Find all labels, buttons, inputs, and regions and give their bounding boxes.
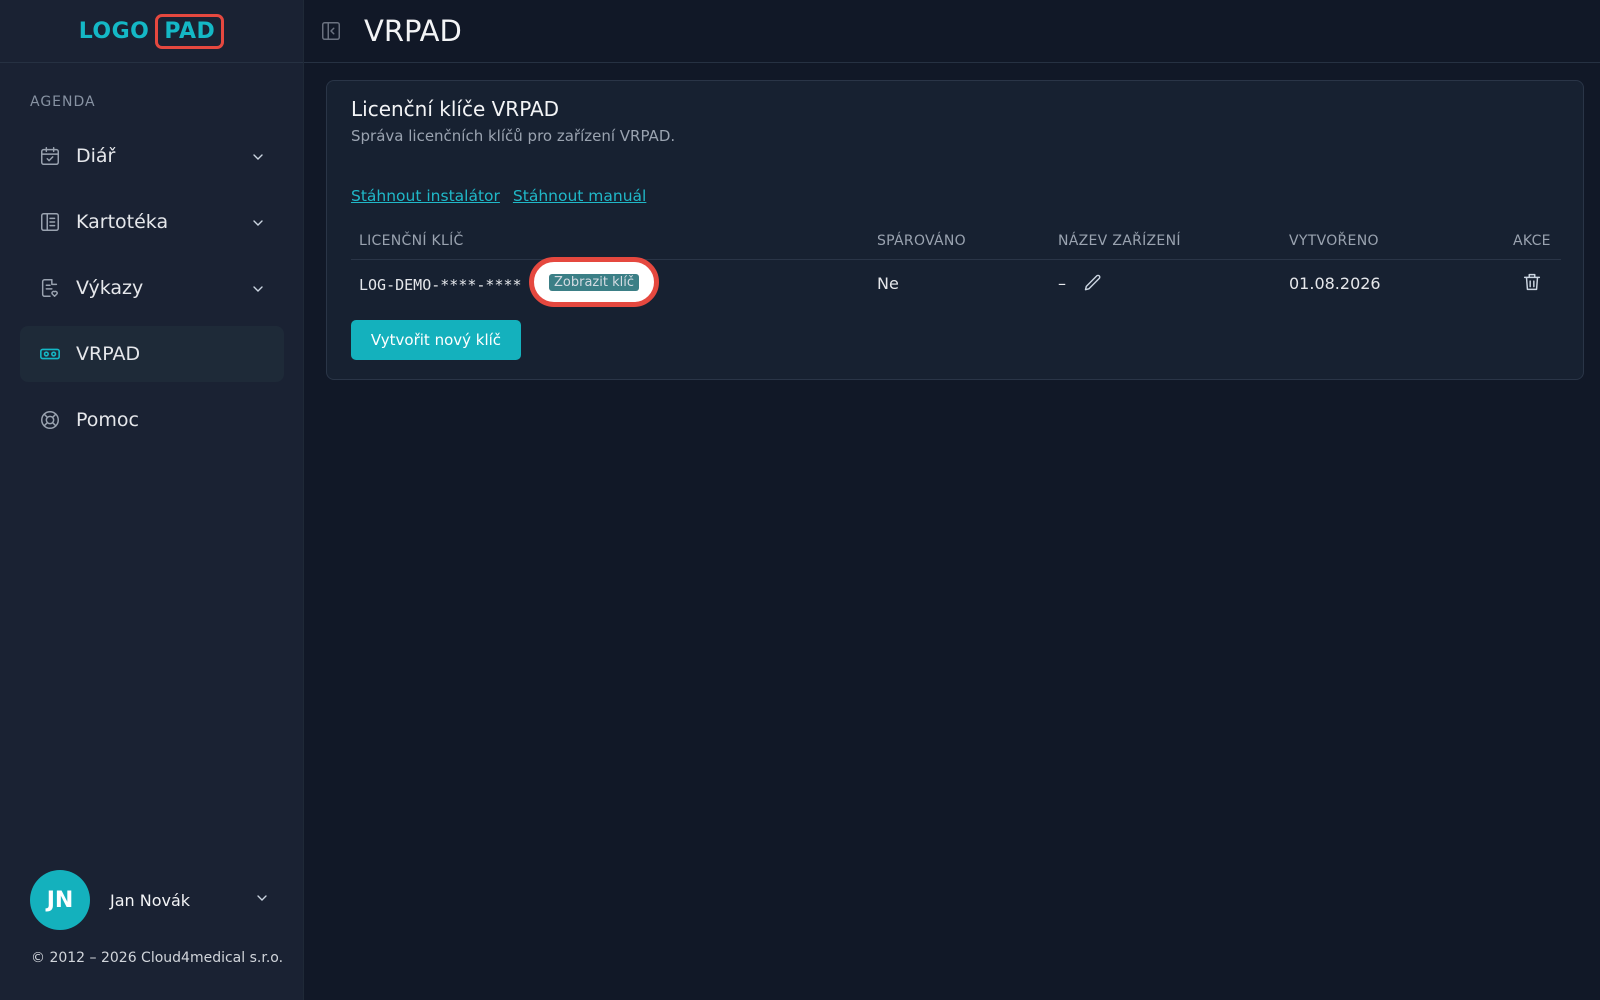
download-links: Stáhnout instalátor Stáhnout manuál	[351, 187, 646, 205]
report-icon	[38, 276, 62, 300]
pencil-icon[interactable]	[1083, 273, 1103, 293]
sidebar-item-vykazy[interactable]: Výkazy	[20, 260, 284, 316]
topbar: VRPAD	[304, 0, 1600, 63]
user-name: Jan Novák	[110, 890, 191, 910]
sidebar-item-label: VRPAD	[76, 343, 141, 365]
column-header-paired: SPÁROVÁNO	[877, 233, 966, 249]
show-key-highlight: Zobrazit klíč	[529, 257, 659, 307]
nav-section-label: AGENDA	[30, 94, 96, 110]
show-key-button[interactable]: Zobrazit klíč	[549, 273, 639, 291]
create-new-key-button[interactable]: Vytvořit nový klíč	[351, 320, 521, 360]
lifebuoy-icon	[38, 408, 62, 432]
paired-value: Ne	[877, 274, 899, 293]
chevron-down-icon	[250, 214, 266, 230]
logo-text-right: PAD	[155, 13, 225, 49]
sidebar-collapse-icon[interactable]	[320, 20, 342, 42]
trash-icon[interactable]	[1521, 271, 1543, 293]
sidebar-nav: Diář Kartotéka Výkazy VRPAD Pomoc	[20, 128, 284, 458]
calendar-check-icon	[38, 144, 62, 168]
app-logo[interactable]: LOGO PAD	[78, 13, 225, 49]
device-name-value: –	[1058, 274, 1066, 293]
logo-bar: LOGO PAD	[0, 0, 303, 63]
user-menu[interactable]: JN Jan Novák	[30, 870, 270, 930]
chevron-down-icon	[250, 148, 266, 164]
column-header-device: NÁZEV ZAŘÍZENÍ	[1058, 233, 1181, 249]
column-header-key: LICENČNÍ KLÍČ	[359, 233, 464, 249]
sidebar: LOGO PAD AGENDA Diář Kartotéka Výkazy VR…	[0, 0, 304, 1000]
vr-headset-icon	[38, 342, 62, 366]
download-installer-link[interactable]: Stáhnout instalátor	[351, 187, 500, 205]
sidebar-item-label: Diář	[76, 145, 116, 167]
sidebar-item-pomoc[interactable]: Pomoc	[20, 392, 284, 448]
chevron-down-icon	[250, 280, 266, 296]
card-title: Licenční klíče VRPAD	[351, 97, 560, 121]
sidebar-item-label: Výkazy	[76, 277, 144, 299]
license-keys-card: Licenční klíče VRPAD Správa licenčních k…	[326, 80, 1584, 380]
logo-text-left: LOGO	[78, 18, 150, 44]
avatar: JN	[30, 870, 90, 930]
sidebar-item-diar[interactable]: Diář	[20, 128, 284, 184]
chevron-down-icon	[254, 890, 270, 910]
sidebar-item-vrpad[interactable]: VRPAD	[20, 326, 284, 382]
column-header-actions: AKCE	[1513, 233, 1551, 249]
sidebar-item-label: Kartotéka	[76, 211, 169, 233]
copyright: © 2012 – 2026 Cloud4medical s.r.o.	[31, 950, 284, 966]
card-index-icon	[38, 210, 62, 234]
table-header-divider	[351, 259, 1561, 260]
page-title: VRPAD	[364, 14, 462, 48]
license-key-value: LOG-DEMO-****-****	[359, 276, 522, 294]
column-header-created: VYTVOŘENO	[1289, 233, 1379, 249]
card-subtitle: Správa licenčních klíčů pro zařízení VRP…	[351, 127, 676, 145]
sidebar-item-label: Pomoc	[76, 409, 139, 431]
created-date-value: 01.08.2026	[1289, 274, 1381, 293]
download-manual-link[interactable]: Stáhnout manuál	[513, 187, 646, 205]
sidebar-item-kartoteka[interactable]: Kartotéka	[20, 194, 284, 250]
